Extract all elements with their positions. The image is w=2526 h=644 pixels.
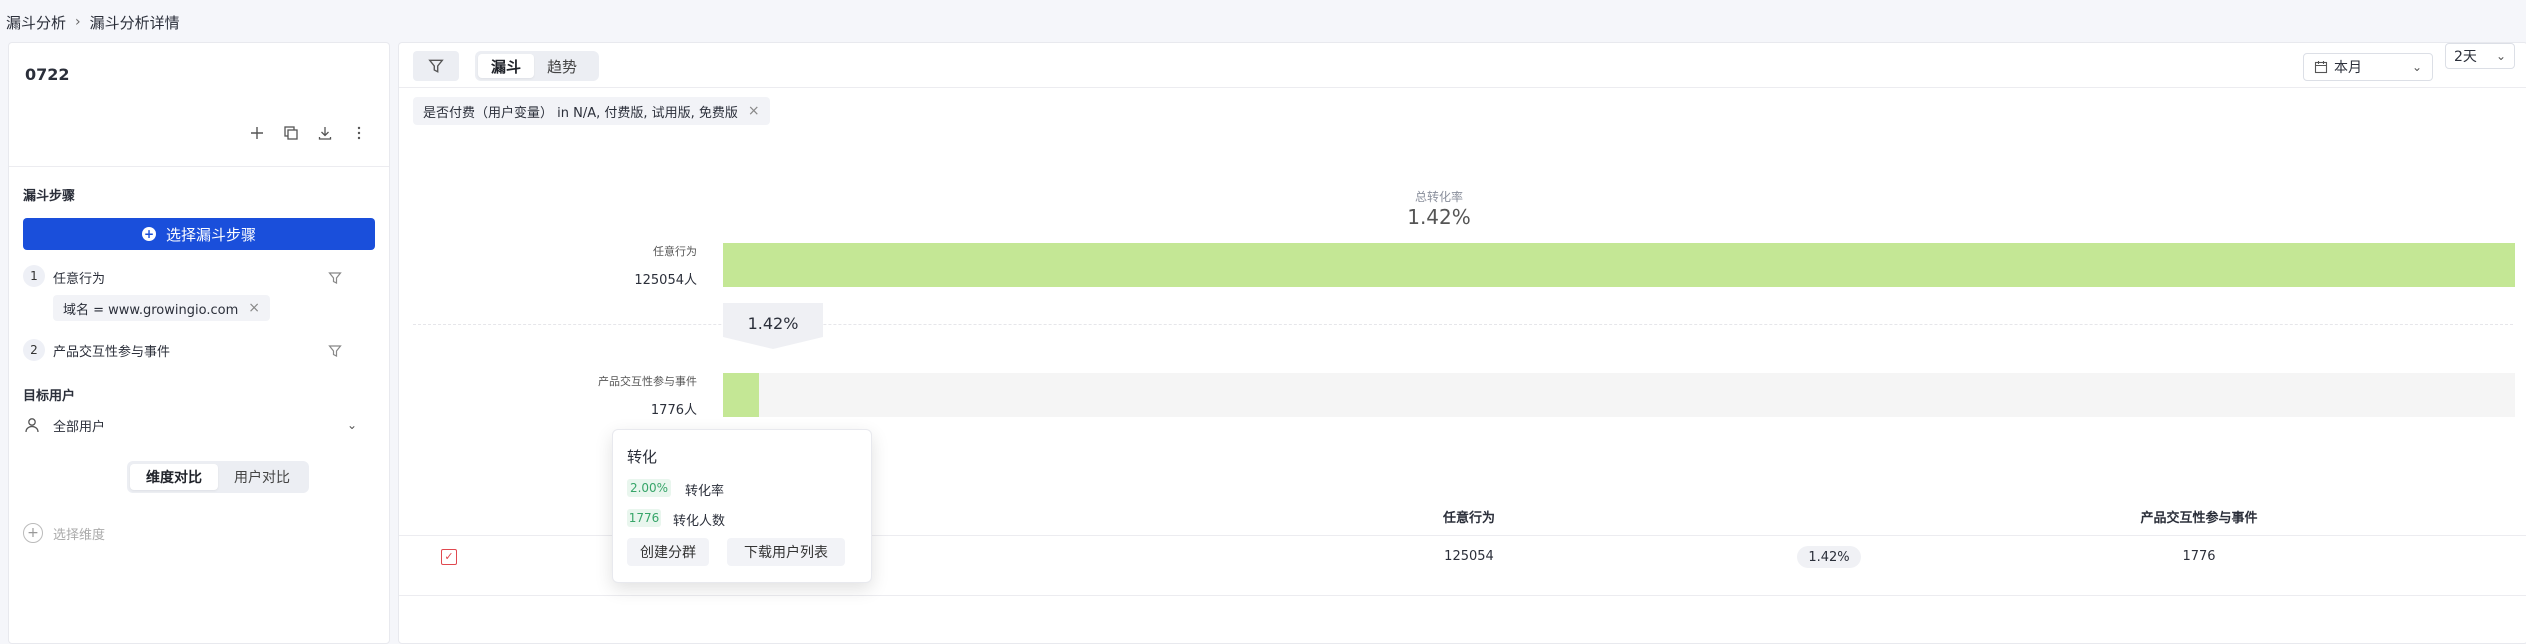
sidebar-panel: 0722 漏斗步骤 + 选择漏斗步骤 1 任意行为 域名 = www.growi… (8, 42, 390, 644)
chevron-right-icon: › (75, 14, 81, 30)
add-icon[interactable] (245, 121, 269, 145)
main-panel: 漏斗 趋势 本月 ⌄ 2天 ⌄ 是否付费（用户变量） in N/A, 付费版, … (398, 42, 2526, 644)
funnel-step-count: 125054人 (634, 273, 697, 288)
select-steps-label: 选择漏斗步骤 (165, 225, 256, 244)
row-checkbox[interactable]: ✓ (441, 549, 457, 565)
tab-user-compare[interactable]: 用户对比 (218, 464, 306, 490)
funnel-bar[interactable] (723, 243, 2515, 287)
step-filter-text: 域名 = www.growingio.com (63, 302, 239, 318)
row-step2-value: 1776 (2182, 549, 2216, 564)
compare-tabs: 维度对比 用户对比 (127, 461, 309, 493)
filter-icon[interactable] (325, 341, 345, 361)
step-filter-tag[interactable]: 域名 = www.growingio.com × (53, 295, 270, 321)
step-label[interactable]: 任意行为 (53, 268, 105, 287)
table-header-step1: 任意行为 (1442, 511, 1495, 526)
tooltip-count-value: 1776 (627, 509, 661, 527)
table-header-step2: 产品交互性参与事件 (2140, 511, 2258, 526)
breadcrumb-current: 漏斗分析详情 (89, 13, 180, 32)
breadcrumb-root[interactable]: 漏斗分析 (6, 12, 66, 33)
date-range-select[interactable]: 本月 ⌄ (2303, 53, 2433, 81)
select-steps-button[interactable]: + 选择漏斗步骤 (23, 218, 375, 250)
target-heading: 目标用户 (23, 389, 76, 404)
row-rate-pill: 1.42% (1797, 546, 1861, 568)
step-rate-value: 1.42% (747, 314, 799, 333)
close-icon[interactable]: × (248, 300, 260, 316)
date-range-value: 本月 (2334, 60, 2362, 76)
step-label[interactable]: 产品交互性参与事件 (53, 341, 170, 360)
tooltip-count-label: 转化人数 (673, 514, 726, 529)
tab-trend[interactable]: 趋势 (534, 54, 590, 78)
window-select[interactable]: 2天 ⌄ (2445, 43, 2515, 69)
chevron-down-icon: ⌄ (346, 418, 357, 432)
filter-icon (428, 59, 444, 73)
funnel-step-label: 任意行为 (653, 245, 697, 258)
funnel-bar-track (723, 373, 2515, 417)
step-number: 1 (23, 265, 45, 287)
divider (9, 166, 389, 167)
download-icon[interactable] (313, 121, 337, 145)
funnel-bar-track (723, 243, 2515, 287)
global-filter-text: 是否付费（用户变量） in N/A, 付费版, 试用版, 免费版 (423, 105, 738, 121)
calendar-icon (2314, 61, 2328, 74)
chevron-down-icon: ⌄ (2495, 49, 2506, 63)
chevron-down-icon: ⌄ (2411, 60, 2422, 74)
view-tabs: 漏斗 趋势 (475, 51, 599, 81)
download-users-button[interactable]: 下载用户列表 (727, 538, 845, 566)
more-icon[interactable] (347, 121, 371, 145)
funnel-bar[interactable] (723, 373, 759, 417)
filter-icon[interactable] (325, 268, 345, 288)
plus-circle-icon: + (23, 523, 43, 543)
select-dimension[interactable]: + 选择维度 (23, 523, 105, 543)
tooltip-title: 转化 (627, 448, 658, 466)
page-title: 0722 (25, 65, 70, 84)
tooltip-rate-value: 2.00% (627, 479, 671, 497)
plus-circle-icon: + (141, 227, 156, 241)
overall-rate-value: 1.42% (1407, 205, 1471, 229)
tab-dimension-compare[interactable]: 维度对比 (130, 464, 218, 490)
global-filter-chip[interactable]: 是否付费（用户变量） in N/A, 付费版, 试用版, 免费版 × (413, 97, 770, 125)
create-segment-button[interactable]: 创建分群 (627, 538, 709, 566)
copy-icon[interactable] (279, 121, 303, 145)
step-number: 2 (23, 339, 45, 361)
target-user-value: 全部用户 (53, 419, 106, 435)
breadcrumb: 漏斗分析 › 漏斗分析详情 (6, 12, 180, 32)
close-icon[interactable]: × (748, 103, 760, 119)
user-icon (25, 418, 39, 433)
row-step1-value: 125054 (1444, 549, 1494, 564)
target-user-select[interactable]: 全部用户 ⌄ (23, 413, 367, 437)
steps-heading: 漏斗步骤 (23, 189, 76, 204)
overall-rate-label: 总转化率 (1414, 190, 1463, 204)
tooltip-rate-label: 转化率 (685, 484, 725, 499)
conversion-tooltip: 转化 2.00% 转化率 1776 转化人数 创建分群 下载用户列表 (612, 429, 872, 583)
funnel-step-label: 产品交互性参与事件 (598, 375, 697, 388)
window-value: 2天 (2454, 49, 2477, 65)
divider (399, 87, 2526, 88)
tab-funnel[interactable]: 漏斗 (478, 54, 534, 78)
select-dimension-label: 选择维度 (53, 527, 106, 543)
funnel-step-count: 1776人 (650, 403, 697, 418)
filter-toggle[interactable] (413, 51, 459, 81)
